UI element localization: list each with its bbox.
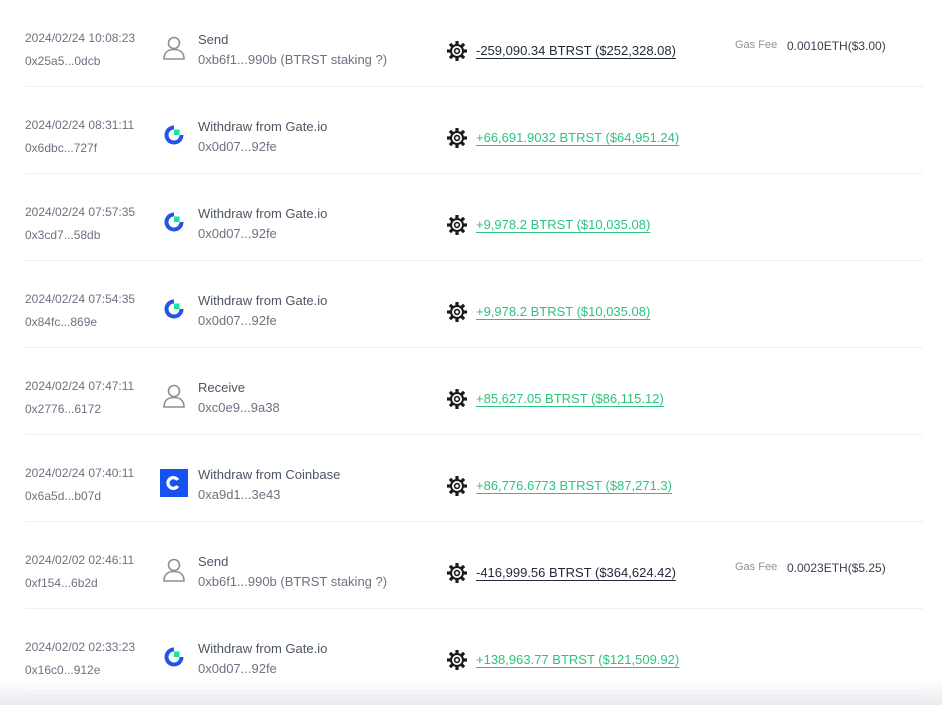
tx-amount-link[interactable]: +85,627.05 BTRST ($86,115.12)	[476, 391, 664, 406]
gas-fee-label: Gas Fee	[735, 561, 778, 573]
tx-hash-link[interactable]: 0x25a5...0dcb	[25, 54, 100, 68]
tx-hash-link[interactable]: 0x2776...6172	[25, 402, 101, 416]
user-icon	[160, 382, 188, 410]
tx-title: Withdraw from Gate.io	[198, 119, 328, 134]
tx-hash-link[interactable]: 0x16c0...912e	[25, 663, 100, 677]
tx-amount-link[interactable]: -259,090.34 BTRST ($252,328.08)	[476, 43, 676, 58]
transaction-list: 2024/02/24 10:08:23 0x25a5...0dcb Send 0…	[0, 0, 942, 696]
transaction-row[interactable]: 2024/02/02 02:46:11 0xf154...6b2d Send 0…	[25, 522, 923, 609]
gate-io-logo	[160, 121, 188, 149]
tx-amount-link[interactable]: -416,999.56 BTRST ($364,624.42)	[476, 565, 676, 580]
tx-amount-link[interactable]: +138,963.77 BTRST ($121,509.92)	[476, 652, 679, 667]
tx-time: 2024/02/24 07:57:35	[25, 205, 136, 219]
transaction-row[interactable]: 2024/02/24 07:57:35 0x3cd7...58db Withdr…	[25, 174, 923, 261]
transaction-row[interactable]: 2024/02/24 08:31:11 0x6dbc...727f Withdr…	[25, 87, 923, 174]
tx-title: Send	[198, 32, 229, 47]
tx-hash-link[interactable]: 0x6dbc...727f	[25, 141, 97, 155]
tx-title: Withdraw from Gate.io	[198, 206, 328, 221]
transaction-row[interactable]: 2024/02/24 10:08:23 0x25a5...0dcb Send 0…	[25, 0, 923, 87]
btrst-gear-icon	[446, 301, 468, 323]
tx-address-link[interactable]: 0xb6f1...990b (BTRST staking ?)	[198, 574, 387, 589]
tx-time: 2024/02/24 10:08:23	[25, 31, 136, 45]
tx-address-link[interactable]: 0xb6f1...990b (BTRST staking ?)	[198, 52, 387, 67]
tx-hash-link[interactable]: 0xf154...6b2d	[25, 576, 98, 590]
gas-fee-value: 0.0023ETH($5.25)	[787, 561, 886, 575]
transaction-row[interactable]: 2024/02/24 07:40:11 0x6a5d...b07d Withdr…	[25, 435, 923, 522]
tx-title: Withdraw from Gate.io	[198, 641, 328, 656]
tx-title: Send	[198, 554, 229, 569]
tx-hash-link[interactable]: 0x3cd7...58db	[25, 228, 100, 242]
tx-title: Withdraw from Gate.io	[198, 293, 328, 308]
tx-time: 2024/02/24 07:47:11	[25, 379, 135, 393]
btrst-gear-icon	[446, 562, 468, 584]
tx-address-link[interactable]: 0x0d07...92fe	[198, 661, 277, 676]
transaction-row[interactable]: 2024/02/24 07:54:35 0x84fc...869e Withdr…	[25, 261, 923, 348]
tx-time: 2024/02/02 02:46:11	[25, 553, 135, 567]
tx-address-link[interactable]: 0x0d07...92fe	[198, 226, 277, 241]
btrst-gear-icon	[446, 40, 468, 62]
tx-title: Receive	[198, 380, 245, 395]
gate-io-logo	[160, 208, 188, 236]
user-icon	[160, 34, 188, 62]
transaction-row[interactable]: 2024/02/02 02:33:23 0x16c0...912e Withdr…	[25, 609, 923, 696]
btrst-gear-icon	[446, 649, 468, 671]
tx-amount-link[interactable]: +9,978.2 BTRST ($10,035.08)	[476, 304, 650, 319]
tx-amount-link[interactable]: +66,691.9032 BTRST ($64,951.24)	[476, 130, 679, 145]
tx-address-link[interactable]: 0xa9d1...3e43	[198, 487, 280, 502]
tx-address-link[interactable]: 0x0d07...92fe	[198, 313, 277, 328]
tx-address-link[interactable]: 0xc0e9...9a38	[198, 400, 280, 415]
tx-title: Withdraw from Coinbase	[198, 467, 341, 482]
tx-time: 2024/02/24 08:31:11	[25, 118, 135, 132]
coinbase-logo	[160, 469, 188, 497]
tx-address-link[interactable]: 0x0d07...92fe	[198, 139, 277, 154]
tx-hash-link[interactable]: 0x84fc...869e	[25, 315, 97, 329]
btrst-gear-icon	[446, 214, 468, 236]
user-icon	[160, 556, 188, 584]
tx-amount-link[interactable]: +86,776.6773 BTRST ($87,271.3)	[476, 478, 672, 493]
transaction-row[interactable]: 2024/02/24 07:47:11 0x2776...6172 Receiv…	[25, 348, 923, 435]
gas-fee-label: Gas Fee	[735, 39, 778, 51]
btrst-gear-icon	[446, 388, 468, 410]
gas-fee-value: 0.0010ETH($3.00)	[787, 39, 886, 53]
tx-hash-link[interactable]: 0x6a5d...b07d	[25, 489, 101, 503]
gate-io-logo	[160, 643, 188, 671]
tx-time: 2024/02/24 07:54:35	[25, 292, 136, 306]
tx-amount-link[interactable]: +9,978.2 BTRST ($10,035.08)	[476, 217, 650, 232]
btrst-gear-icon	[446, 475, 468, 497]
btrst-gear-icon	[446, 127, 468, 149]
tx-time: 2024/02/02 02:33:23	[25, 640, 136, 654]
tx-time: 2024/02/24 07:40:11	[25, 466, 135, 480]
gate-io-logo	[160, 295, 188, 323]
